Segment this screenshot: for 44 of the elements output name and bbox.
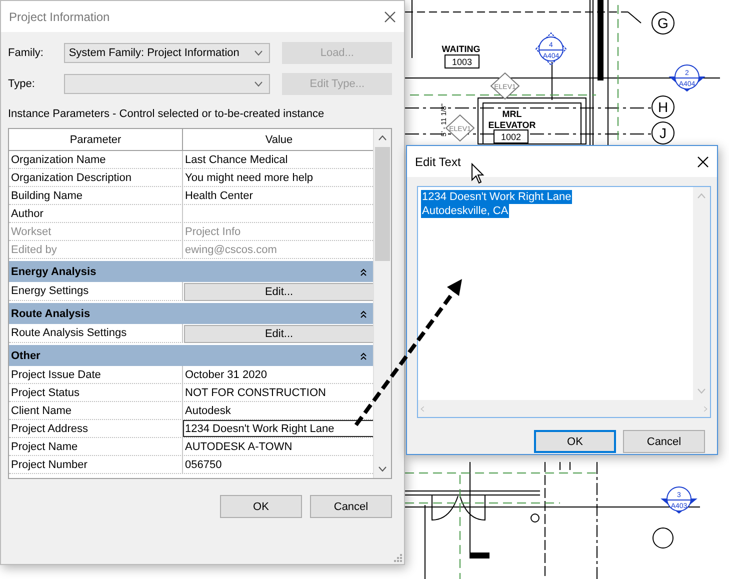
- table-cell: Project Address: [9, 420, 183, 437]
- table-cell: Project Status: [9, 384, 183, 401]
- table-cell: Organization Name: [9, 151, 183, 168]
- room-number-tag: 1003: [444, 54, 480, 68]
- room-name: ELEVATOR: [488, 120, 536, 130]
- table-cell: Building Name: [9, 187, 183, 204]
- dropdown[interactable]: System Family: Project Information: [64, 43, 270, 63]
- table-cell: Project Name: [9, 438, 183, 455]
- group-title: Other: [11, 350, 40, 362]
- room-number-tag: 1002: [494, 130, 528, 144]
- table-cell: Edited by: [9, 241, 183, 258]
- table-cell: Author: [9, 205, 183, 222]
- field-label: Family:: [8, 47, 44, 59]
- table-cell: Route Analysis Settings: [9, 324, 183, 342]
- window-title: Edit Text: [415, 154, 461, 168]
- table-cell: Organization Description: [9, 169, 183, 186]
- selected-text: Autodeskville, CA: [421, 204, 510, 218]
- group-header[interactable]: Other: [9, 345, 373, 366]
- grid-bubble: G: [652, 12, 674, 34]
- dialog-button[interactable]: Cancel: [310, 495, 392, 518]
- edit-button[interactable]: Edit...: [184, 283, 373, 301]
- section-caption: Instance Parameters - Control selected or to-be-created instance: [8, 108, 326, 120]
- input-field[interactable]: 1234 Doesn't Work Right Lane: [183, 420, 373, 437]
- dialog-button[interactable]: OK: [534, 430, 616, 453]
- dialog-button[interactable]: Cancel: [623, 430, 705, 453]
- group-header[interactable]: Energy Analysis: [9, 261, 373, 282]
- window-title: Project Information: [9, 10, 110, 24]
- group-title: Route Analysis: [11, 308, 90, 320]
- room-name: MRL: [502, 109, 522, 119]
- group-title: Energy Analysis: [11, 266, 96, 278]
- table-cell: Project Number: [9, 456, 183, 473]
- table-cell: Project Issue Date: [9, 366, 183, 383]
- field-label: Type:: [8, 78, 36, 90]
- selected-text: 1234 Doesn't Work Right Lane: [421, 190, 572, 204]
- table-cell: Workset: [9, 223, 183, 240]
- group-header[interactable]: Route Analysis: [9, 303, 373, 324]
- room-name: WAITING: [442, 44, 480, 54]
- text-area[interactable]: 1234 Doesn't Work Right Lane Autodeskville, CA: [417, 186, 711, 418]
- edit-button[interactable]: Edit...: [184, 325, 373, 343]
- dialog-button[interactable]: OK: [220, 495, 302, 518]
- table-cell: Energy Settings: [9, 282, 183, 300]
- grid-bubble: J: [652, 122, 674, 144]
- grid-bubble: H: [652, 96, 674, 118]
- table-cell: Client Name: [9, 402, 183, 419]
